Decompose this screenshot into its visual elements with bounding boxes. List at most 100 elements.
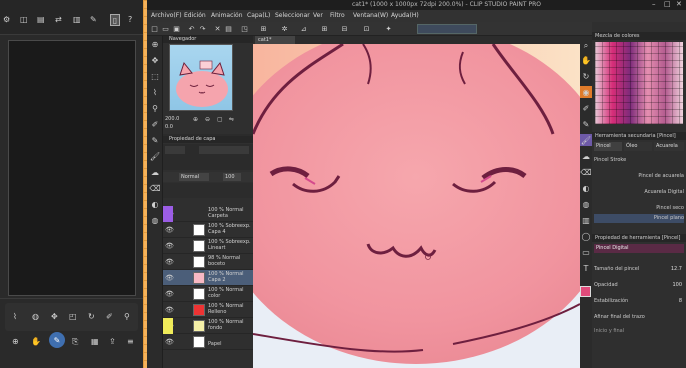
ruler-icon[interactable]: ⊿ xyxy=(299,24,308,33)
tab-pincel[interactable]: Pincel xyxy=(594,142,622,151)
text-side-icon[interactable]: T xyxy=(580,262,592,274)
eyedrop-tool-icon[interactable]: ⚲ xyxy=(149,102,161,114)
pencil-side-icon[interactable]: ✎ xyxy=(580,118,592,130)
smart-icon[interactable]: ✦ xyxy=(384,24,393,33)
eyedrop-icon[interactable]: ⚲ xyxy=(124,312,130,321)
menu-ayuda[interactable]: Ayuda(H) xyxy=(391,10,419,22)
blend-tool-icon[interactable]: ◐ xyxy=(149,198,161,210)
pen-side-icon[interactable]: ✐ xyxy=(580,102,592,114)
eraser-side-icon[interactable]: ⌫ xyxy=(580,166,592,178)
drawing-canvas[interactable] xyxy=(253,44,580,368)
subtool-title[interactable]: Herramienta secundaria [Pincel] xyxy=(592,132,686,140)
opacity-field[interactable]: 100 xyxy=(223,173,241,181)
prop-value[interactable]: 8 xyxy=(679,296,682,306)
brush-tool-icon[interactable]: 🖌 xyxy=(149,150,161,162)
brush-item[interactable]: Pincel seco xyxy=(594,204,684,213)
shape-side-icon[interactable]: ◯ xyxy=(580,230,592,242)
swap-icon[interactable]: ⇄ xyxy=(55,15,62,24)
blend-mode-select[interactable]: Normal xyxy=(179,173,209,181)
maximize-icon[interactable]: □ xyxy=(664,0,671,8)
prop-value[interactable]: 100 xyxy=(672,280,682,290)
brush-active-icon[interactable]: ✎ xyxy=(49,332,65,348)
zoom-icon[interactable]: ⊕ xyxy=(12,337,19,346)
fill-tool-icon[interactable]: ◍ xyxy=(149,214,161,226)
prop-opacity[interactable]: Opacidad 100 xyxy=(594,280,684,290)
lasso-tool-icon[interactable]: ⌇ xyxy=(149,86,161,98)
menu-edicion[interactable]: Edición xyxy=(184,10,206,22)
layers-icon[interactable]: ◫ xyxy=(20,15,28,24)
menu-seleccionar[interactable]: Seleccionar xyxy=(275,10,310,22)
effect-button[interactable] xyxy=(165,146,185,154)
rotation-value[interactable]: 0.0 xyxy=(165,124,173,130)
lasso-icon[interactable]: ⌇ xyxy=(13,312,17,321)
color-set-grid[interactable] xyxy=(595,42,683,124)
export-icon[interactable]: ⇪ xyxy=(109,337,116,346)
navigator-thumbnail[interactable] xyxy=(169,44,233,111)
layer-property-label[interactable]: Propiedad de capa xyxy=(169,136,215,143)
layer-row[interactable]: 👁 100 % Normal color xyxy=(163,286,253,302)
brush-item[interactable]: Pincel Stroke xyxy=(594,156,684,165)
menu-animacion[interactable]: Animación xyxy=(211,10,243,22)
eye-icon[interactable]: 👁 xyxy=(165,274,174,282)
minimize-icon[interactable]: – xyxy=(652,0,656,8)
stroke-quick-panel[interactable] xyxy=(417,24,477,34)
zoom-tool-icon[interactable]: ⊕ xyxy=(149,38,161,50)
layer-row-paper[interactable]: 👁 Papel xyxy=(163,334,253,350)
save-icon[interactable]: ▣ xyxy=(172,24,181,33)
airbrush-tool-icon[interactable]: ☁ xyxy=(149,166,161,178)
open-icon[interactable]: ▭ xyxy=(161,24,170,33)
frame-side-icon[interactable]: ▭ xyxy=(580,246,592,258)
pen-icon[interactable]: ✐ xyxy=(106,312,113,321)
document-tab[interactable]: cat1* xyxy=(255,36,295,44)
zoom-in-icon[interactable]: ⊕ xyxy=(193,116,198,123)
layer-row[interactable]: 👁 98 % Normal boceto xyxy=(163,254,253,270)
effect-row[interactable] xyxy=(199,146,249,154)
eye-icon[interactable]: 👁 xyxy=(165,338,174,346)
eye-icon[interactable]: 👁 xyxy=(165,258,174,266)
palette-title[interactable]: Mezcla de colores xyxy=(592,32,686,40)
tool-props-selected[interactable]: Pincel Digital xyxy=(594,244,684,253)
brush-item[interactable]: Pincel de acuarela xyxy=(594,172,684,181)
redo-icon[interactable]: ↷ xyxy=(198,24,207,33)
eye-icon[interactable]: 👁 xyxy=(165,226,174,234)
clear-icon[interactable]: ✕ xyxy=(213,24,222,33)
search-icon[interactable]: ⌕ xyxy=(580,40,592,52)
layer-row[interactable]: 👁 100 % Sobreexp. Capa 4 xyxy=(163,222,253,238)
snap-icon[interactable]: ⊞ xyxy=(259,24,268,33)
fill-selection-icon[interactable]: ▤ xyxy=(224,24,233,33)
grid-icon[interactable]: ⊞ xyxy=(320,24,329,33)
snap-ruler-icon[interactable]: ⊡ xyxy=(362,24,371,33)
tool-props-title[interactable]: Propiedad de herramienta [Pincel] xyxy=(592,234,686,242)
pen-tool-icon[interactable]: ✐ xyxy=(149,118,161,130)
main-color-swatch[interactable] xyxy=(580,286,591,297)
gear-icon[interactable]: ⚙ xyxy=(3,15,10,24)
zoom-out-icon[interactable]: ⊖ xyxy=(205,116,210,123)
brush-item[interactable]: Acuarela Digital xyxy=(594,188,684,197)
select-tool-icon[interactable]: ⬚ xyxy=(149,70,161,82)
flip-icon[interactable]: ⇋ xyxy=(229,116,234,123)
prop-brush-size[interactable]: Tamaño del pincel 12.7 xyxy=(594,264,684,274)
pencil-tool-icon[interactable]: ✎ xyxy=(149,134,161,146)
zoom-value[interactable]: 200.0 xyxy=(165,116,179,122)
menu-ventana[interactable]: Ventana(W) xyxy=(353,10,388,22)
move-tool-icon[interactable]: ✥ xyxy=(149,54,161,66)
menu-ver[interactable]: Ver xyxy=(313,10,323,22)
eye-icon[interactable]: 👁 xyxy=(165,306,174,314)
fit-icon[interactable]: ▢ xyxy=(217,116,223,123)
phone-icon[interactable]: ▯ xyxy=(110,14,120,26)
menu-filtro[interactable]: Filtro xyxy=(330,10,345,22)
menu-icon[interactable]: ≡ xyxy=(127,337,134,346)
layer-icon[interactable]: ▦ xyxy=(91,337,99,346)
menu-capa[interactable]: Capa(L) xyxy=(247,10,270,22)
hand-icon[interactable]: ✋ xyxy=(31,337,41,346)
move-icon[interactable]: ✥ xyxy=(51,312,58,321)
eye-icon[interactable]: 👁 xyxy=(165,242,174,250)
brush-side-icon[interactable]: 🖌 xyxy=(580,134,592,146)
help-icon[interactable]: ? xyxy=(128,15,132,24)
transform-icon[interactable]: ◰ xyxy=(69,312,77,321)
bar-icon[interactable]: ▥ xyxy=(73,15,81,24)
rotate-icon[interactable]: ↻ xyxy=(88,312,95,321)
transform-cmd-icon[interactable]: ◳ xyxy=(240,24,249,33)
eraser-tool-icon[interactable]: ⌫ xyxy=(149,182,161,194)
undo-icon[interactable]: ↶ xyxy=(187,24,196,33)
